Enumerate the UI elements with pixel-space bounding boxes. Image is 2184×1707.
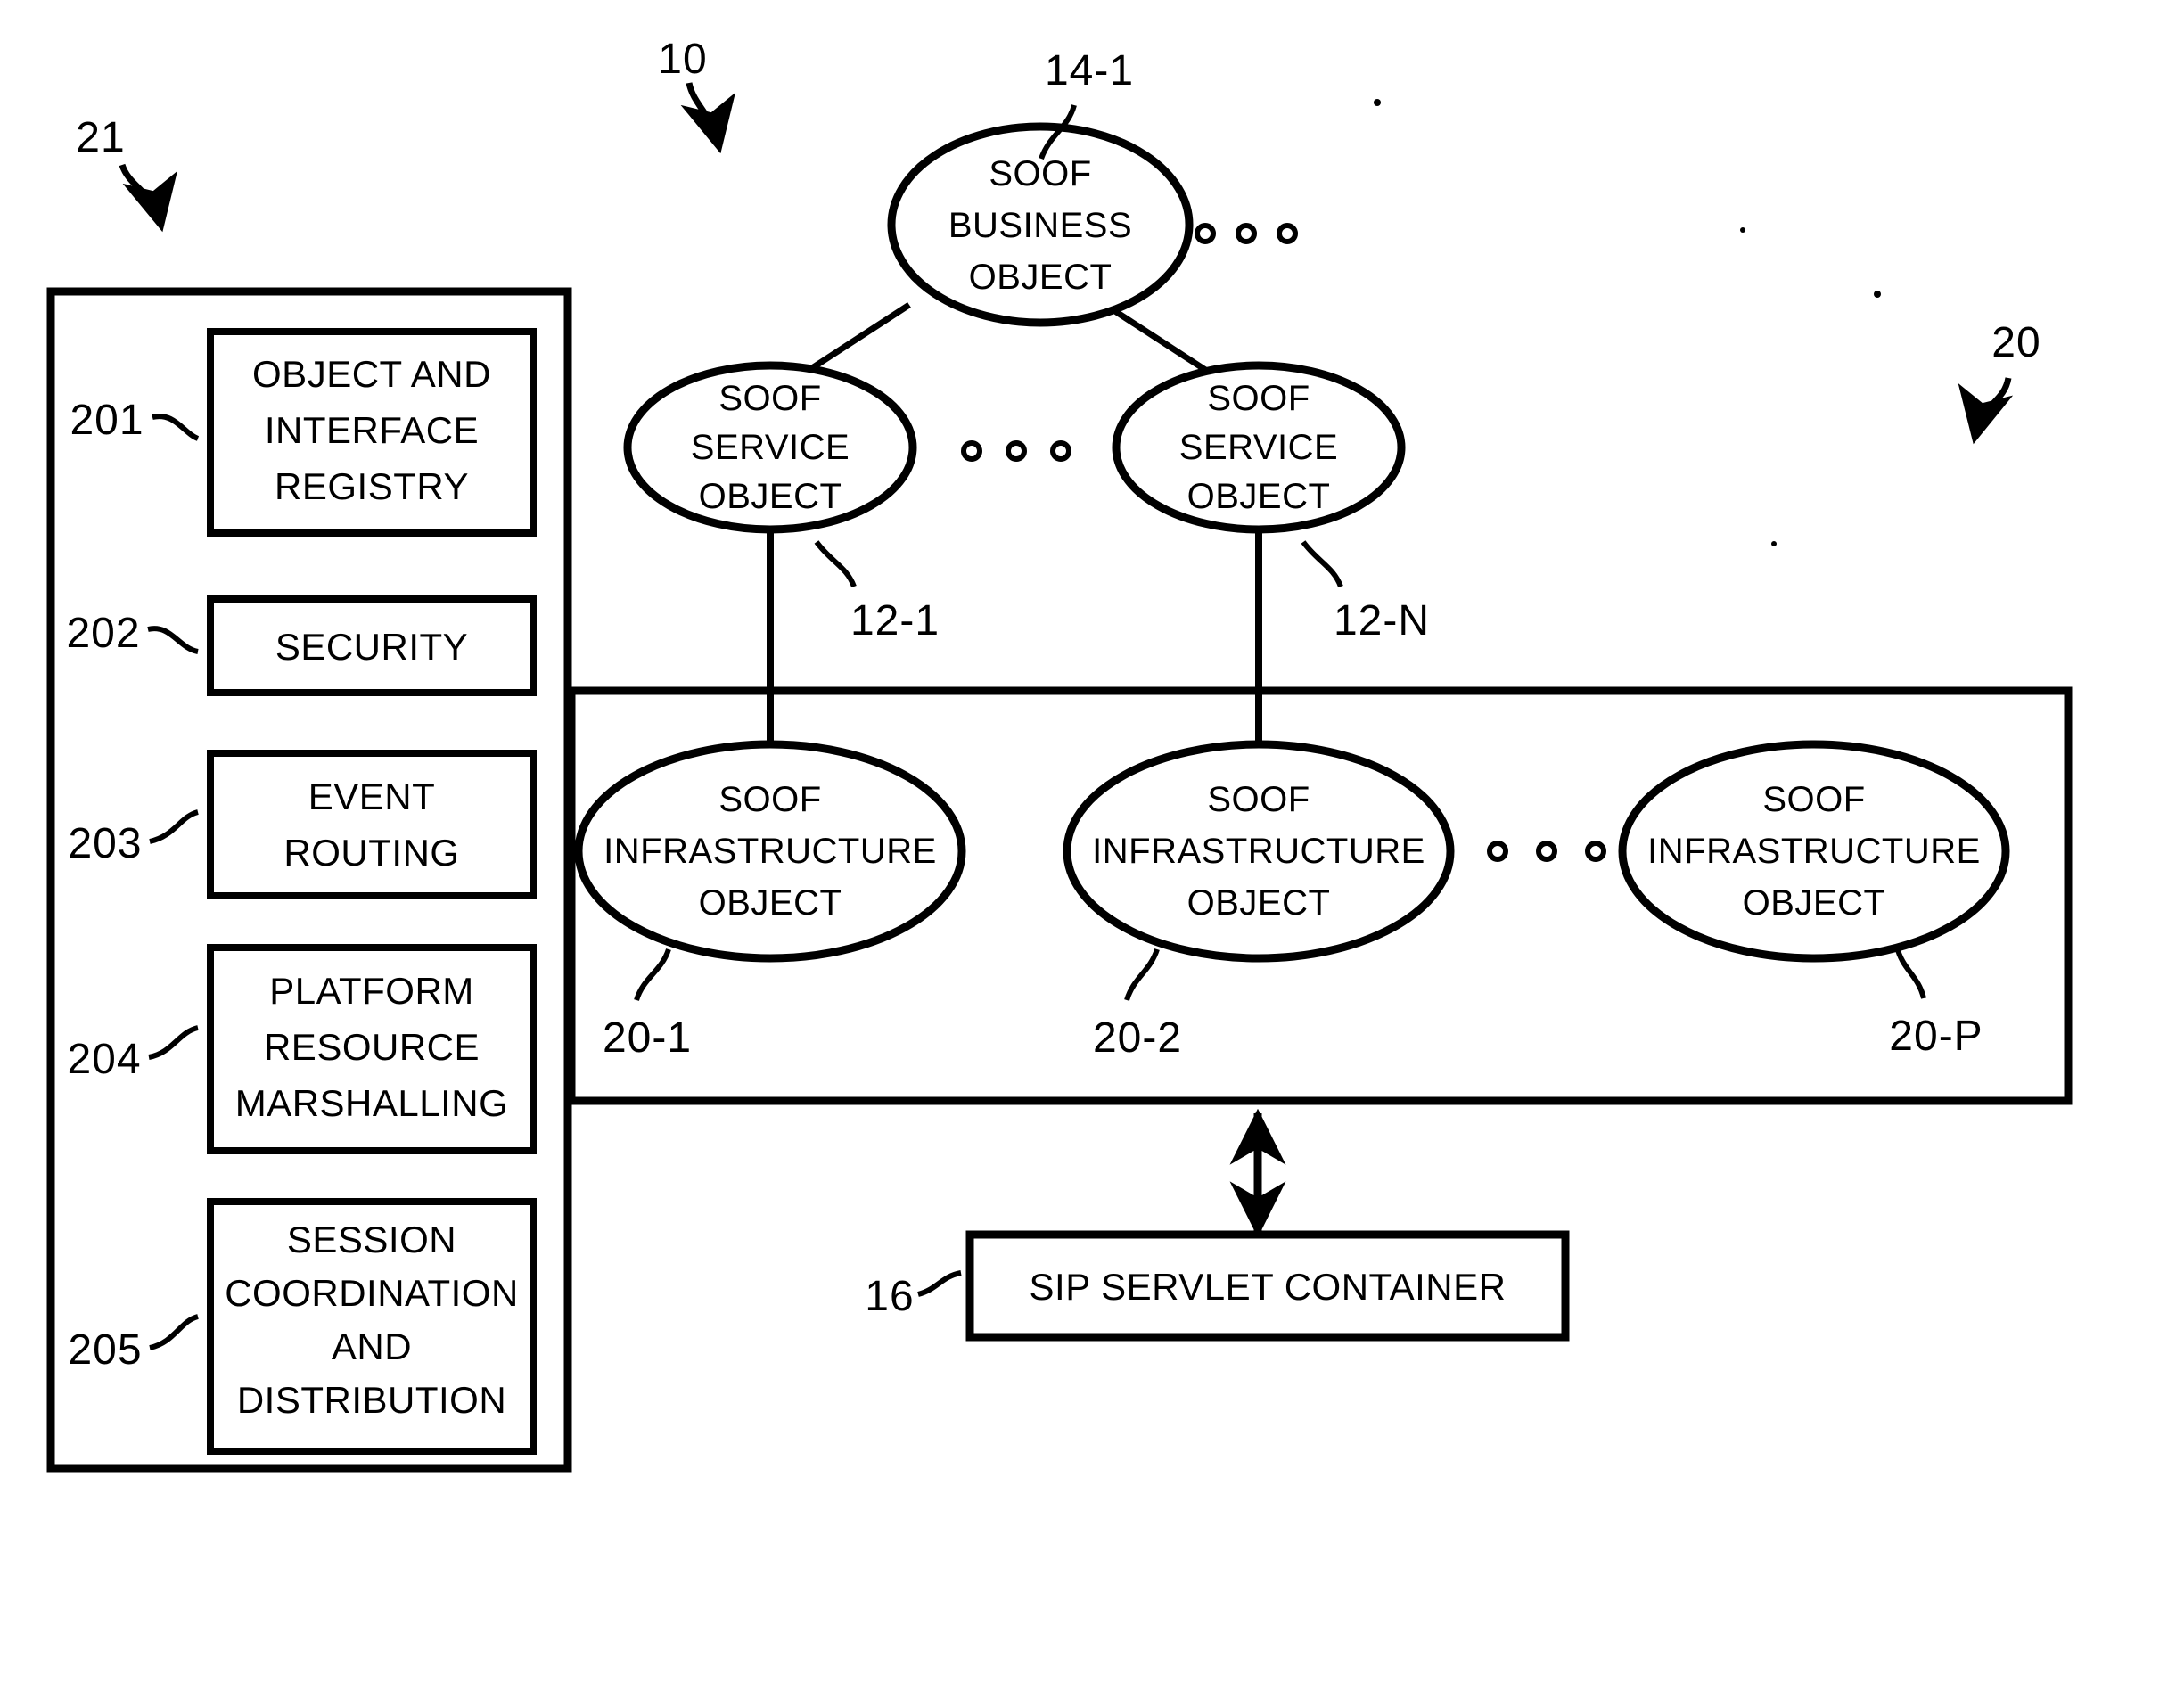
leader-arrow-10 (680, 82, 735, 154)
soof-infrastructure-object-2-line-1: SOOF (1207, 780, 1310, 819)
leader-16 (917, 1270, 962, 1297)
service-ellipsis-dot-2 (1006, 440, 1027, 462)
link-business-to-service-1 (801, 302, 911, 377)
infrastructure-ellipsis-dot-1 (1487, 841, 1508, 862)
soof-infrastructure-object-1-line-1: SOOF (718, 780, 821, 819)
ref-numeral-20-1: 20-1 (603, 1014, 692, 1062)
ref-numeral-10: 10 (658, 36, 707, 83)
panel-label-205-line-3: AND (332, 1325, 412, 1367)
soof-infrastructure-object-p-line-1: SOOF (1762, 780, 1865, 819)
ref-numeral-12-n: 12-N (1334, 597, 1430, 644)
soof-infrastructure-object-p-line-3: OBJECT (1743, 883, 1886, 923)
soof-infrastructure-object-p-line-2: INFRASTRUCTURE (1647, 832, 1981, 871)
ref-numeral-201: 201 (70, 397, 144, 444)
scan-speck-1 (1374, 99, 1381, 106)
scan-speck-4 (1740, 227, 1745, 233)
ref-numeral-20: 20 (1991, 319, 2040, 366)
leader-arrow-20 (1958, 377, 2014, 445)
soof-service-object-n-line-2: SERVICE (1179, 428, 1338, 467)
infrastructure-ellipsis-dot-3 (1585, 841, 1606, 862)
panel-label-205-line-4: DISTRIBUTION (237, 1379, 506, 1421)
soof-architecture-diagram: SOOF BUSINESS OBJECT SOOF SERVICE OBJECT… (46, 36, 2073, 1473)
leader-12-1 (814, 540, 857, 588)
panel-label-201-line-3: REGISTRY (275, 465, 469, 507)
ref-numeral-202: 202 (66, 610, 140, 657)
panel-label-205-line-1: SESSION (287, 1219, 456, 1260)
business-ellipsis-dot-1 (1195, 223, 1216, 244)
scan-speck-3 (1771, 541, 1777, 546)
panel-label-205-line-2: COORDINATION (225, 1272, 519, 1314)
ref-numeral-12-1: 12-1 (850, 597, 940, 644)
soof-service-object-n-line-3: OBJECT (1187, 477, 1331, 516)
panel-label-203-line-2: ROUTING (283, 832, 459, 874)
ref-numeral-205: 205 (68, 1326, 142, 1374)
soof-infrastructure-object-2-line-2: INFRASTRUCTURE (1092, 832, 1425, 871)
soof-infrastructure-object-1-line-3: OBJECT (699, 883, 842, 923)
soof-business-object-line-2: BUSINESS (948, 206, 1132, 245)
link-business-to-service-n (1104, 302, 1214, 377)
leader-20-2 (1124, 948, 1160, 1001)
soof-business-object-line-1: SOOF (989, 154, 1091, 193)
leader-arrow-21 (119, 163, 177, 233)
soof-service-object-n-line-1: SOOF (1207, 379, 1310, 418)
ref-numeral-16: 16 (865, 1273, 914, 1320)
ref-numeral-14-1: 14-1 (1045, 47, 1134, 94)
panel-label-201-line-2: INTERFACE (265, 409, 479, 451)
infrastructure-ellipsis-dot-2 (1536, 841, 1557, 862)
leader-20-p (1894, 946, 1926, 999)
leader-12-n (1301, 540, 1343, 588)
soof-infrastructure-object-1-line-2: INFRASTRUCTURE (603, 832, 937, 871)
soof-service-object-1-line-2: SERVICE (691, 428, 850, 467)
sip-servlet-container-label: SIP SERVLET CONTAINER (1030, 1266, 1507, 1308)
soof-service-object-1-line-1: SOOF (718, 379, 821, 418)
ref-numeral-21: 21 (76, 114, 125, 161)
ref-numeral-20-p: 20-P (1889, 1013, 1983, 1060)
scan-speck-2 (1874, 291, 1881, 298)
business-ellipsis-dot-2 (1236, 223, 1257, 244)
service-ellipsis-dot-3 (1050, 440, 1071, 462)
soof-infrastructure-object-2-line-3: OBJECT (1187, 883, 1331, 923)
panel-label-202-line-1: SECURITY (275, 626, 468, 668)
panel-label-204-line-3: MARSHALLING (235, 1082, 509, 1124)
panel-label-201-line-1: OBJECT AND (252, 353, 491, 395)
panel-label-204-line-1: PLATFORM (269, 970, 474, 1012)
soof-business-object-line-3: OBJECT (969, 258, 1113, 297)
figure-canvas: SOOF BUSINESS OBJECT SOOF SERVICE OBJECT… (0, 0, 2184, 1707)
panel-label-203-line-1: EVENT (308, 776, 436, 817)
panel-label-204-line-2: RESOURCE (264, 1026, 480, 1068)
soof-service-object-1-line-3: OBJECT (699, 477, 842, 516)
panel-box-event-routing (207, 750, 537, 899)
ref-numeral-203: 203 (68, 820, 142, 867)
service-ellipsis-dot-1 (961, 440, 982, 462)
business-ellipsis-dot-3 (1277, 223, 1298, 244)
leader-20-1 (634, 948, 671, 1002)
ref-numeral-20-2: 20-2 (1093, 1014, 1182, 1062)
ref-numeral-204: 204 (67, 1036, 141, 1083)
